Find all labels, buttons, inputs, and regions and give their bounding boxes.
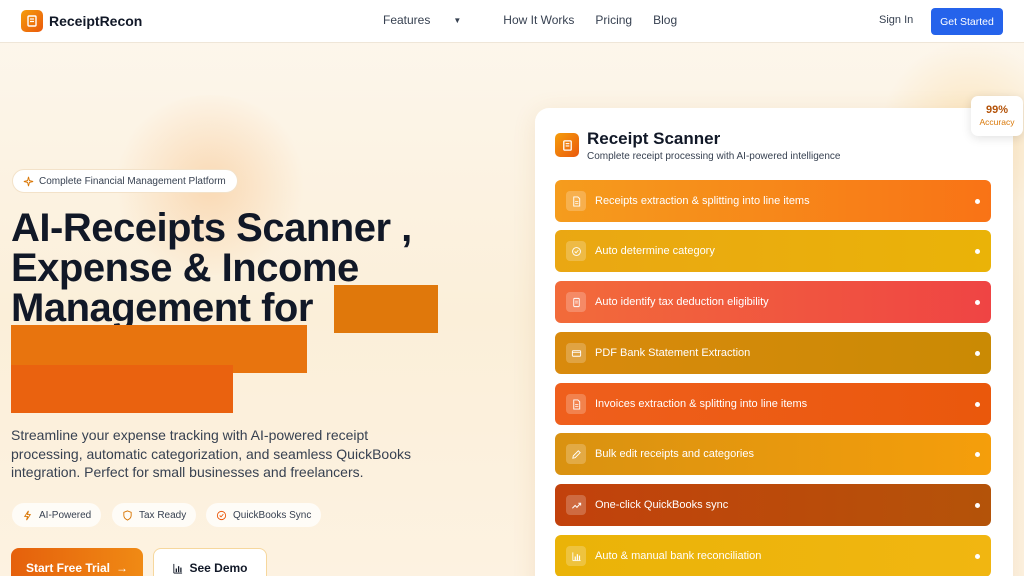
highlight-block [334,285,438,333]
feature-row-label: Receipts extraction & splitting into lin… [595,195,810,207]
platform-pill: Complete Financial Management Platform [12,169,238,193]
nav-link-blog[interactable]: Blog [653,13,677,27]
feature-row-invoice-extraction[interactable]: Invoices extraction & splitting into lin… [555,383,991,425]
feature-row-auto-category[interactable]: Auto determine category [555,230,991,272]
status-dot [975,554,980,559]
feature-badge-ai: AI-Powered [12,503,102,527]
feature-row-bank-reconciliation[interactable]: Auto & manual bank reconciliation [555,535,991,576]
trend-up-icon [566,495,586,515]
highlight-block [11,365,233,413]
feature-row-label: PDF Bank Statement Extraction [595,347,751,359]
card-subtitle: Complete receipt processing with AI-powe… [587,151,841,162]
feature-row-label: Auto & manual bank reconciliation [595,550,762,562]
nav-link-features[interactable]: Features ▼ [383,13,482,27]
accuracy-value: 99% [985,104,1009,116]
pill-label: Complete Financial Management Platform [39,175,226,187]
nav-links: Features ▼ How It Works Pricing Blog [383,13,698,27]
accuracy-label: Accuracy [979,117,1015,127]
nav-link-how-it-works[interactable]: How It Works [503,13,574,27]
feature-badge-quickbooks: QuickBooks Sync [206,503,322,527]
hero-subtitle: Streamline your expense tracking with AI… [11,427,411,480]
start-free-trial-button[interactable]: Start Free Trial → [11,548,143,576]
chevron-down-icon: ▼ [453,15,462,25]
shield-icon [123,509,132,521]
status-dot [975,503,980,508]
accuracy-badge: 99% Accuracy [971,96,1023,136]
bar-chart-icon [566,546,586,566]
receipt-icon [555,133,579,157]
headline-line: AI-Receipts Scanner , [11,206,412,250]
card-icon [566,343,586,363]
feature-row-label: Invoices extraction & splitting into lin… [595,398,808,410]
feature-row-tax-deduction[interactable]: Auto identify tax deduction eligibility [555,281,991,323]
status-dot [975,402,980,407]
sparkle-icon [23,176,34,186]
arrow-right-icon: → [116,561,129,575]
feature-row-bulk-edit[interactable]: Bulk edit receipts and categories [555,433,991,475]
document-icon [566,191,586,211]
status-dot [975,199,980,204]
see-demo-button[interactable]: See Demo [153,548,267,576]
receipt-icon [566,292,586,312]
status-dot [975,351,980,356]
get-started-button[interactable]: Get Started [931,8,1003,35]
card-title: Receipt Scanner [587,129,721,148]
bolt-icon [23,510,32,520]
headline-line: Expense & Income [11,246,359,290]
status-dot [975,452,980,457]
pencil-icon [566,444,586,464]
check-circle-icon [566,241,586,261]
status-dot [975,300,980,305]
receipt-icon [21,10,43,32]
document-icon [566,394,586,414]
brand-name: ReceiptRecon [49,13,143,29]
nav-link-pricing[interactable]: Pricing [595,13,632,27]
bar-chart-icon [173,563,183,574]
brand[interactable]: ReceiptRecon [21,10,142,32]
feature-row-label: Auto determine category [595,245,715,257]
feature-row-bank-statement[interactable]: PDF Bank Statement Extraction [555,332,991,374]
feature-badge-tax: Tax Ready [112,503,197,527]
feature-row-receipt-extraction[interactable]: Receipts extraction & splitting into lin… [555,180,991,222]
feature-row-label: Auto identify tax deduction eligibility [595,296,769,308]
feature-row-label: Bulk edit receipts and categories [595,448,754,460]
top-nav: ReceiptRecon Features ▼ How It Works Pric… [0,0,1024,43]
status-dot [975,249,980,254]
feature-row-label: One-click QuickBooks sync [595,499,729,511]
feature-row-quickbooks-sync[interactable]: One-click QuickBooks sync [555,484,991,526]
check-circle-icon [216,510,227,520]
sign-in-link[interactable]: Sign In [879,14,913,26]
